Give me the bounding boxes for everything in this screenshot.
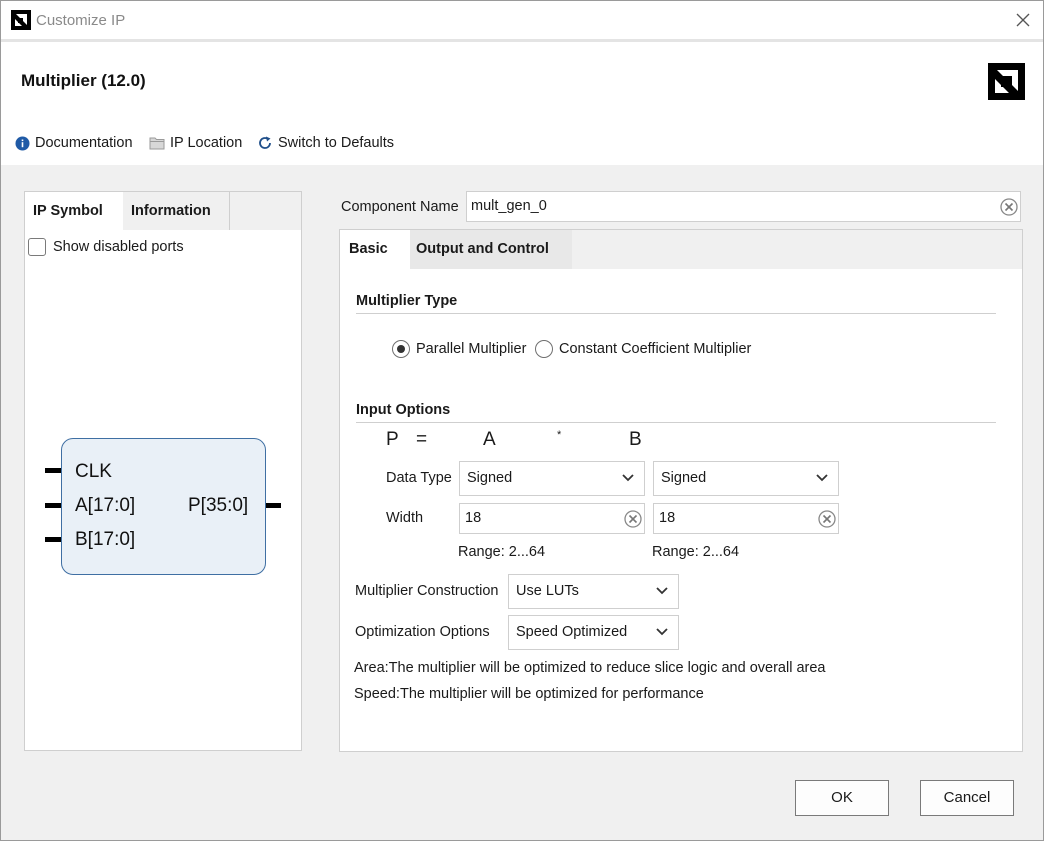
parallel-multiplier-label: Parallel Multiplier <box>416 341 527 357</box>
multiplier-type-heading: Multiplier Type <box>356 293 458 309</box>
equation-multiply: * <box>557 429 562 441</box>
a-width-value: 18 <box>465 510 482 526</box>
b-pin <box>45 537 61 542</box>
input-options-heading: Input Options <box>356 402 451 418</box>
chevron-down-icon <box>622 474 634 482</box>
a-data-type-value: Signed <box>467 470 513 486</box>
ip-location-button[interactable]: IP Location <box>149 135 242 151</box>
component-name-label: Component Name <box>341 199 459 215</box>
port-p: P[35:0] <box>188 495 249 516</box>
show-disabled-ports-checkbox[interactable] <box>28 238 46 256</box>
parallel-multiplier-radio[interactable] <box>392 340 410 358</box>
ip-header: Multiplier (12.0) Documentation IP Locat… <box>1 39 1043 165</box>
switch-to-defaults-button[interactable]: Switch to Defaults <box>257 135 394 151</box>
ip-symbol-block: CLK A[17:0] B[17:0] P[35:0] <box>61 438 266 575</box>
a-width-range: Range: 2...64 <box>458 544 546 560</box>
port-b: B[17:0] <box>75 529 136 550</box>
clear-component-name-icon[interactable] <box>1000 198 1018 216</box>
p-pin <box>265 503 281 508</box>
b-width-input[interactable]: 18 <box>653 503 839 534</box>
configuration-panel: Basic Output and Control Multiplier Type… <box>339 229 1023 752</box>
equation-a: A <box>483 429 496 450</box>
constant-coefficient-label: Constant Coefficient Multiplier <box>559 341 752 357</box>
a-width-input[interactable]: 18 <box>459 503 645 534</box>
width-label: Width <box>386 510 424 526</box>
show-disabled-ports-row[interactable]: Show disabled ports <box>28 238 184 256</box>
ok-label: OK <box>831 789 853 806</box>
ip-location-label: IP Location <box>170 135 243 151</box>
radio-constant-coefficient[interactable]: Constant Coefficient Multiplier <box>535 340 751 358</box>
multiplier-construction-value: Use LUTs <box>516 583 579 599</box>
a-data-type-select[interactable]: Signed <box>459 461 645 496</box>
folder-icon <box>149 137 165 150</box>
divider <box>356 422 996 423</box>
documentation-button[interactable]: Documentation <box>15 135 133 151</box>
tab-ip-symbol[interactable]: IP Symbol <box>25 192 123 230</box>
tab-output-and-control[interactable]: Output and Control <box>410 230 572 269</box>
optimization-options-select[interactable]: Speed Optimized <box>508 615 679 650</box>
port-clk: CLK <box>75 461 112 482</box>
a-pin <box>45 503 61 508</box>
config-tab-bar: Basic Output and Control <box>340 230 1022 269</box>
ip-symbol-panel: IP Symbol Information Show disabled port… <box>24 191 302 751</box>
amd-logo-icon <box>988 63 1025 100</box>
title-bar: Customize IP <box>1 1 1043 39</box>
multiplier-construction-select[interactable]: Use LUTs <box>508 574 679 609</box>
tab-information[interactable]: Information <box>123 192 230 230</box>
left-tab-bar: IP Symbol Information <box>25 192 301 230</box>
component-name-value: mult_gen_0 <box>471 198 547 214</box>
show-disabled-ports-label: Show disabled ports <box>53 239 184 255</box>
tab-basic-label: Basic <box>349 241 388 257</box>
tab-information-label: Information <box>131 203 211 219</box>
info-icon <box>15 136 30 150</box>
tab-basic[interactable]: Basic <box>340 230 410 269</box>
optimization-options-label: Optimization Options <box>355 624 490 640</box>
documentation-label: Documentation <box>35 135 133 151</box>
switch-to-defaults-label: Switch to Defaults <box>278 135 395 151</box>
optimization-options-value: Speed Optimized <box>516 624 628 640</box>
clk-pin <box>45 468 61 473</box>
equation-p: P <box>386 429 399 450</box>
clear-b-width-icon[interactable] <box>818 510 836 528</box>
constant-coefficient-radio[interactable] <box>535 340 553 358</box>
b-width-range: Range: 2...64 <box>652 544 740 560</box>
chevron-down-icon <box>656 587 668 595</box>
chevron-down-icon <box>816 474 828 482</box>
ok-button[interactable]: OK <box>795 780 889 816</box>
customize-ip-dialog: Customize IP Multiplier (12.0) Documenta… <box>0 0 1044 841</box>
close-icon[interactable] <box>1012 9 1034 31</box>
b-width-value: 18 <box>659 510 676 526</box>
component-name-input[interactable]: mult_gen_0 <box>466 191 1021 222</box>
multiplier-construction-label: Multiplier Construction <box>355 583 499 599</box>
amd-app-icon <box>11 10 31 30</box>
cancel-button[interactable]: Cancel <box>920 780 1014 816</box>
port-a: A[17:0] <box>75 495 136 516</box>
area-description: Area:The multiplier will be optimized to… <box>354 660 826 676</box>
equation-equals: = <box>416 429 428 450</box>
speed-description: Speed:The multiplier will be optimized f… <box>354 686 704 702</box>
chevron-down-icon <box>656 628 668 636</box>
radio-parallel-multiplier[interactable]: Parallel Multiplier <box>392 340 526 358</box>
window-title: Customize IP <box>36 12 126 29</box>
b-data-type-value: Signed <box>661 470 707 486</box>
cancel-label: Cancel <box>943 789 991 806</box>
tab-output-and-control-label: Output and Control <box>416 241 549 257</box>
data-type-label: Data Type <box>386 470 452 486</box>
equation-b: B <box>629 429 642 450</box>
b-data-type-select[interactable]: Signed <box>653 461 839 496</box>
refresh-icon <box>259 136 271 149</box>
tab-ip-symbol-label: IP Symbol <box>33 203 103 219</box>
ip-title: Multiplier (12.0) <box>21 71 146 90</box>
divider <box>356 313 996 314</box>
clear-a-width-icon[interactable] <box>624 510 642 528</box>
